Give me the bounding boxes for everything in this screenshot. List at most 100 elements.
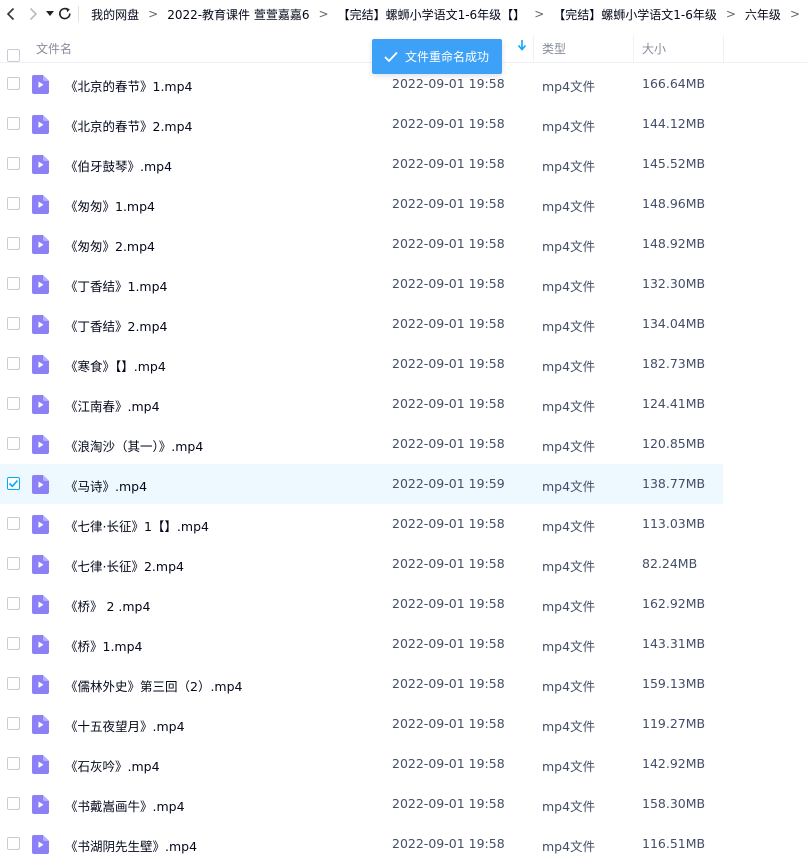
file-list: 《北京的春节》1.mp4 2022-09-01 19:58 mp4文件 166.64M… [0,64,807,864]
sort-arrow-down-icon[interactable] [517,39,527,54]
file-name[interactable]: 《丁香结》2.mp4 [65,316,168,335]
select-all-checkbox[interactable] [7,49,20,62]
file-row[interactable]: 《马诗》.mp4 2022-09-01 19:59 mp4文件 138.77MB [0,464,723,504]
file-size: 124.41MB [642,396,706,411]
file-size: 82.24MB [642,556,698,571]
file-modified-date: 2022-09-01 19:58 [392,556,505,571]
file-size: 134.04MB [642,316,706,331]
file-type: mp4文件 [542,79,596,94]
file-checkbox[interactable] [7,197,20,210]
file-name[interactable]: 《桥》1.mp4 [65,636,143,655]
file-row[interactable]: 《书戴嵩画牛》.mp4 2022-09-01 19:58 mp4文件 158.30MB [0,784,723,824]
chevron-left-icon[interactable] [0,0,22,28]
column-divider[interactable] [533,35,534,63]
file-checkbox[interactable] [7,637,20,650]
file-checkbox[interactable] [7,717,20,730]
file-row[interactable]: 《北京的春节》2.mp4 2022-09-01 19:58 mp4文件 144.12M… [0,104,723,144]
file-row[interactable]: 《桥》 2 .mp4 2022-09-01 19:58 mp4文件 162.92MB [0,584,723,624]
breadcrumb-item[interactable]: 我的网盘 [89,6,141,23]
file-name[interactable]: 《石灰吟》.mp4 [65,756,160,775]
file-name[interactable]: 《七律·长征》2.mp4 [65,556,184,575]
column-header-name[interactable]: 文件名 [36,40,72,57]
column-divider[interactable] [723,35,724,63]
file-row[interactable]: 《匆匆》1.mp4 2022-09-01 19:58 mp4文件 148.96MB [0,184,723,224]
top-nav: 我的网盘 >2022-教育课件 萱萱嘉嘉6 > 【完结】螺蛳小学语文1-6年级【】 > 【… [0,0,807,28]
file-name[interactable]: 《北京的春节》1.mp4 [65,76,193,95]
chevron-right-icon[interactable] [22,0,44,28]
file-size: 148.92MB [642,236,706,251]
file-name[interactable]: 《儒林外史》第三回（2）.mp4 [65,676,243,695]
refresh-icon[interactable] [55,0,74,28]
file-checkbox[interactable] [7,277,20,290]
file-checkbox[interactable] [7,677,20,690]
file-size: 142.92MB [642,756,706,771]
file-row[interactable]: 《儒林外史》第三回（2）.mp4 2022-09-01 19:58 mp4文件 159… [0,664,723,704]
file-checkbox[interactable] [7,477,20,490]
file-checkbox[interactable] [7,437,20,450]
file-name[interactable]: 《匆匆》2.mp4 [65,236,155,255]
file-name[interactable]: 《北京的春节》2.mp4 [65,116,193,135]
file-name[interactable]: 《七律·长征》1【】.mp4 [65,516,209,535]
file-row[interactable]: 《石灰吟》.mp4 2022-09-01 19:58 mp4文件 142.92MB [0,744,723,784]
file-name[interactable]: 《丁香结》1.mp4 [65,276,168,295]
file-checkbox[interactable] [7,557,20,570]
breadcrumb-item[interactable]: 2022-教育课件 萱萱嘉嘉6 [165,6,311,23]
file-row[interactable]: 《北京的春节》1.mp4 2022-09-01 19:58 mp4文件 166.64M… [0,64,723,104]
file-checkbox[interactable] [7,597,20,610]
file-row[interactable]: 《七律·长征》1【】.mp4 2022-09-01 19:58 mp4文件 113.0… [0,504,723,544]
file-size: 116.51MB [642,836,706,851]
file-checkbox[interactable] [7,797,20,810]
file-name[interactable]: 《桥》 2 .mp4 [65,596,150,615]
file-size: 148.96MB [642,196,706,211]
file-checkbox[interactable] [7,237,20,250]
file-row[interactable]: 《浪淘沙（其一）》.mp4 2022-09-01 19:58 mp4文件 120.85… [0,424,723,464]
file-type: mp4文件 [542,839,596,854]
breadcrumb-item[interactable]: 【完结】螺蛳小学语文1-6年级 [551,6,719,23]
file-name[interactable]: 《伯牙鼓琴》.mp4 [65,156,172,175]
file-name[interactable]: 《浪淘沙（其一）》.mp4 [65,436,203,455]
file-modified-date: 2022-09-01 19:58 [392,116,505,131]
file-checkbox[interactable] [7,837,20,850]
file-name[interactable]: 《马诗》.mp4 [65,476,147,495]
file-row[interactable]: 《匆匆》2.mp4 2022-09-01 19:58 mp4文件 148.92MB [0,224,723,264]
video-file-icon [32,155,49,177]
file-row[interactable]: 《伯牙鼓琴》.mp4 2022-09-01 19:58 mp4文件 145.52MB [0,144,723,184]
file-checkbox[interactable] [7,757,20,770]
file-name[interactable]: 《江南春》.mp4 [65,396,160,415]
file-checkbox[interactable] [7,317,20,330]
caret-down-icon[interactable] [44,0,56,28]
file-checkbox[interactable] [7,357,20,370]
nav-divider [78,6,80,22]
checkmark-icon [8,479,19,488]
column-header-size[interactable]: 大小 [642,40,666,57]
file-checkbox[interactable] [7,397,20,410]
file-name[interactable]: 《书湖阴先生壁》.mp4 [65,836,197,855]
file-modified-date: 2022-09-01 19:58 [392,356,505,371]
breadcrumb-item[interactable]: 六年级 [743,6,783,23]
file-name[interactable]: 《匆匆》1.mp4 [65,196,155,215]
file-row[interactable]: 《十五夜望月》.mp4 2022-09-01 19:58 mp4文件 119.27MB [0,704,723,744]
column-divider[interactable] [633,35,634,63]
file-row[interactable]: 《七律·长征》2.mp4 2022-09-01 19:58 mp4文件 82.24MB [0,544,723,584]
file-type: mp4文件 [542,199,596,214]
file-row[interactable]: 《丁香结》2.mp4 2022-09-01 19:58 mp4文件 134.04MB [0,304,723,344]
breadcrumb-item[interactable]: 【完结】螺蛳小学语文1-6年级【】 [336,6,528,23]
file-list-window: 我的网盘 >2022-教育课件 萱萱嘉嘉6 > 【完结】螺蛳小学语文1-6年级【】 > 【… [0,0,807,868]
file-name[interactable]: 《寒食》【】.mp4 [65,356,166,375]
file-size: 159.13MB [642,676,706,691]
file-modified-date: 2022-09-01 19:58 [392,836,505,851]
file-row[interactable]: 《书湖阴先生壁》.mp4 2022-09-01 19:58 mp4文件 116.51M… [0,824,723,864]
file-row[interactable]: 《桥》1.mp4 2022-09-01 19:58 mp4文件 143.31MB [0,624,723,664]
file-name[interactable]: 《十五夜望月》.mp4 [65,716,185,735]
file-row[interactable]: 《寒食》【】.mp4 2022-09-01 19:58 mp4文件 182.73MB [0,344,723,384]
column-header-type[interactable]: 类型 [542,40,566,57]
breadcrumb-separator: > [725,7,736,21]
file-row[interactable]: 《丁香结》1.mp4 2022-09-01 19:58 mp4文件 132.30MB [0,264,723,304]
file-checkbox[interactable] [7,157,20,170]
file-checkbox[interactable] [7,77,20,90]
file-name[interactable]: 《书戴嵩画牛》.mp4 [65,796,185,815]
file-checkbox[interactable] [7,117,20,130]
file-modified-date: 2022-09-01 19:58 [392,396,505,411]
file-row[interactable]: 《江南春》.mp4 2022-09-01 19:58 mp4文件 124.41MB [0,384,723,424]
file-checkbox[interactable] [7,517,20,530]
